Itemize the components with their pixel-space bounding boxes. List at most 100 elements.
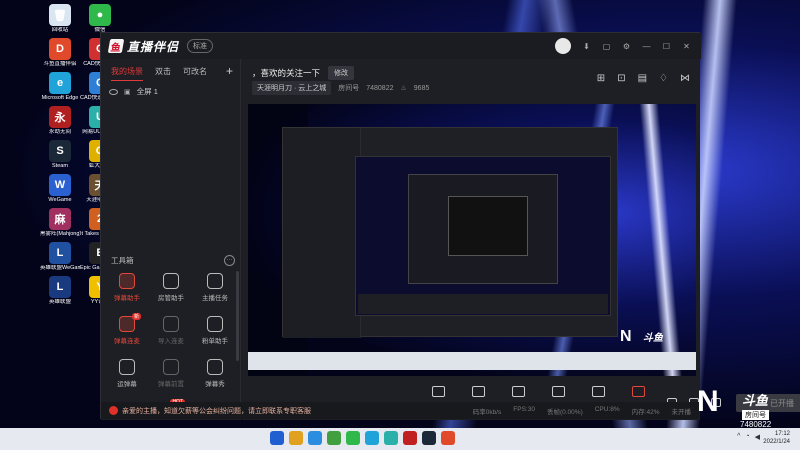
bell-icon[interactable]: ♢ <box>659 73 668 84</box>
toolbox-item[interactable]: 导入连麦 <box>149 316 193 345</box>
toolbox-item[interactable]: 房管助手 <box>149 273 193 302</box>
douyu-logo-icon: 鱼 <box>107 39 125 54</box>
douyu-watermark: 斗鱼 房间号 7480822 <box>740 390 771 429</box>
minimize-icon[interactable]: — <box>642 42 651 51</box>
app-icon: 永 <box>49 106 71 128</box>
desktop-icon-label: 黑雾阵(Mahjong) <box>40 231 80 237</box>
network-icon[interactable]: ◔ <box>745 433 749 441</box>
app-icon: D <box>49 38 71 60</box>
lock-icon[interactable]: ⊡ <box>617 73 625 84</box>
taskbar-app-icon[interactable] <box>346 431 360 445</box>
tool-label: 弹幕助手 <box>114 295 140 302</box>
tool-label: 导入连麦 <box>158 338 184 345</box>
category-selector[interactable]: 天涯明月刀 · 云上之城 <box>252 81 332 95</box>
taskbar-app-icon[interactable] <box>422 431 436 445</box>
toolbox-item[interactable]: 新弹幕连麦 <box>105 313 149 345</box>
clock[interactable]: 17:12 2022/1/24 <box>763 430 790 446</box>
desktop-icon[interactable]: L英雄联盟WeGame版 <box>40 242 80 271</box>
notice-icon <box>109 406 118 415</box>
fps: FPS:30 <box>513 405 535 413</box>
share-icon[interactable]: ⋈ <box>680 73 690 84</box>
tool-label: 运弹幕 <box>117 381 137 388</box>
desktop-icon[interactable]: W WeGame <box>40 174 80 203</box>
app-icon: 🗑 <box>49 4 71 26</box>
add-scene-button[interactable]: + <box>226 64 233 78</box>
app-icon: W <box>49 174 71 196</box>
tool-label: 粉单助手 <box>202 338 228 345</box>
taskbar-app-icon[interactable] <box>308 431 322 445</box>
taskbar-app-icon[interactable] <box>441 431 455 445</box>
tool-label: 弹幕秀 <box>205 381 225 388</box>
version-pill[interactable]: 标准 <box>187 39 214 53</box>
tab-double-click[interactable]: 双击 <box>155 66 171 81</box>
app-icon: L <box>49 276 71 298</box>
desktop-icon[interactable]: ● 微信 <box>80 4 120 33</box>
toolbox-header: 工具箱 ··· <box>111 255 235 266</box>
nested-controls <box>358 294 608 314</box>
edit-title-button[interactable]: 修改 <box>328 66 355 80</box>
n-logo: N <box>697 385 719 418</box>
desktop-icon[interactable]: 麻黑雾阵(Mahjong) <box>40 208 80 237</box>
scene-item[interactable]: ▣ 全屏 1 <box>101 81 240 102</box>
toolbox-title: 工具箱 <box>111 256 134 265</box>
toolbox-item[interactable]: 主播任务 <box>193 273 237 302</box>
live-title: ，喜欢的关注一下 <box>252 68 321 78</box>
gift-icon[interactable]: ⊞ <box>597 73 605 84</box>
time: 17:12 <box>774 431 790 437</box>
toolbox-item[interactable]: 运弹幕 <box>105 359 149 388</box>
feedback-icon[interactable]: ▢ <box>602 42 611 51</box>
scene-tabs: 我的场景 双击 可改名 <box>101 59 240 81</box>
date: 2022/1/24 <box>763 439 790 445</box>
tab-my-scenes[interactable]: 我的场景 <box>111 66 143 81</box>
desktop-icon[interactable]: 🗑 回收站 <box>40 4 80 33</box>
maximize-icon[interactable]: ☐ <box>662 42 671 51</box>
tool-icon <box>207 273 223 289</box>
chevron-up-icon[interactable]: ^ <box>737 433 740 441</box>
taskbar-app-icon[interactable] <box>403 431 417 445</box>
desktop-icon-label: 回收站 <box>51 27 69 33</box>
tool-icon <box>163 316 179 332</box>
more-icon[interactable]: ··· <box>224 255 235 266</box>
volume-icon[interactable]: ◀ <box>755 433 760 441</box>
toolbox-item[interactable]: 粉单助手 <box>193 316 237 345</box>
desktop-icon[interactable]: S Steam <box>40 140 80 169</box>
clipboard-icon[interactable]: ▤ <box>638 73 647 84</box>
source-control-icon <box>431 386 445 397</box>
taskbar-app-icon[interactable] <box>327 431 341 445</box>
lock-icon[interactable]: ▣ <box>124 88 131 96</box>
source-control-icon <box>471 386 485 397</box>
taskbar-app-icon[interactable] <box>365 431 379 445</box>
eye-icon[interactable] <box>109 88 118 95</box>
desktop-icon-label: 斗鱼直播伴侣 <box>43 61 77 67</box>
toolbox-item[interactable]: 弹幕前置 <box>149 359 193 388</box>
close-icon[interactable]: ✕ <box>682 42 691 51</box>
download-icon[interactable]: ⬇ <box>582 42 591 51</box>
desktop-icon[interactable]: L 英雄联盟 <box>40 276 80 305</box>
settings-icon[interactable]: ⚙ <box>622 42 631 51</box>
tool-icon <box>207 359 223 375</box>
desktop-icon[interactable]: D 斗鱼直播伴侣 <box>40 38 80 67</box>
tab-rename[interactable]: 可改名 <box>183 66 207 81</box>
desktop-icon[interactable]: 永永劫无间 <box>40 106 80 135</box>
taskbar-app-icon[interactable] <box>384 431 398 445</box>
nested-taskbar <box>248 352 696 370</box>
heat-icon: ♨ <box>400 85 407 92</box>
taskbar-app-icon[interactable] <box>289 431 303 445</box>
app-window: 鱼 直播伴侣 标准 ⬇ ▢ ⚙ — ☐ ✕ 我的场景 双击 可改名 + ▣ 全屏… <box>100 32 800 420</box>
preview-n-logo: N <box>620 328 632 345</box>
stream-preview[interactable]: N 斗鱼 <box>248 104 696 376</box>
toolbox-item[interactable]: 弹幕助手 <box>105 273 149 302</box>
heat-value: 9685 <box>413 84 430 92</box>
desktop-icon[interactable]: e Microsoft Edge <box>40 72 80 101</box>
desktop-icon-label: 英雄联盟WeGame版 <box>40 265 80 271</box>
notice-text[interactable]: 亲爱的主播，知道欠薪等公会纠纷问题，请立即联系专职客服 <box>122 406 311 416</box>
toolbox-scrollbar[interactable] <box>236 271 239 361</box>
main-area: ，喜欢的关注一下 修改 天涯明月刀 · 云上之城 房间号 7480822 ♨ 9… <box>242 59 800 420</box>
taskbar-app-icon[interactable] <box>270 431 284 445</box>
toolbox-item[interactable]: 弹幕秀 <box>193 359 237 388</box>
nested-app-window-3 <box>448 196 528 256</box>
dropped-frames: 丢帧(0.00%) <box>546 408 583 416</box>
app-icon: L <box>49 242 71 264</box>
avatar[interactable] <box>555 38 571 54</box>
status-bar: 亲爱的主播，知道欠薪等公会纠纷问题，请立即联系专职客服 码率0kb/s FPS:… <box>101 402 699 419</box>
